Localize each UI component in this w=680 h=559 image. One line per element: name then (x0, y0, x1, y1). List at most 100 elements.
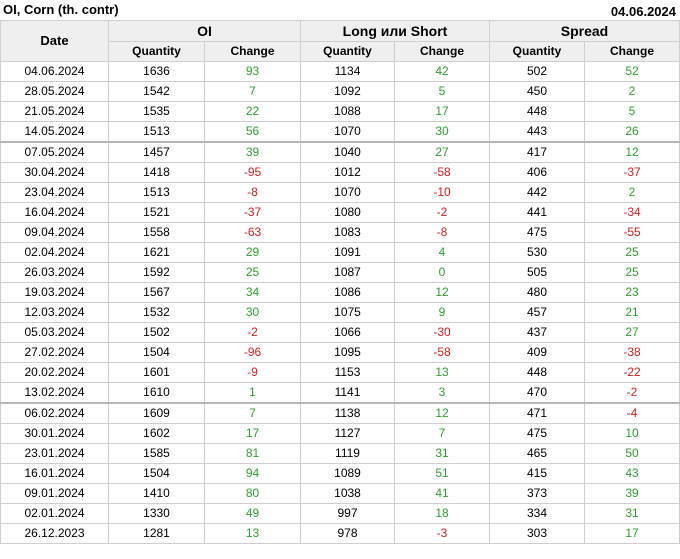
oi-change-cell: 7 (204, 402, 301, 424)
long-short-quantity-cell: 1012 (300, 162, 395, 183)
oi-change-cell: 30 (204, 302, 301, 323)
spread-change-cell: -37 (584, 162, 680, 183)
oi-quantity-cell: 1636 (108, 61, 205, 82)
oi-quantity-cell: 1513 (108, 182, 205, 203)
long-short-change-cell: -58 (394, 162, 490, 183)
oi-quantity-cell: 1535 (108, 101, 205, 122)
oi-quantity-cell: 1609 (108, 402, 205, 424)
spread-quantity-cell: 437 (489, 322, 585, 343)
spread-change-cell: 5 (584, 101, 680, 122)
spread-change-cell: 25 (584, 242, 680, 263)
long-short-quantity-cell: 1038 (300, 483, 395, 504)
oi-change-cell: 7 (204, 81, 301, 102)
spread-quantity-cell: 505 (489, 262, 585, 283)
long-short-quantity-cell: 1088 (300, 101, 395, 122)
date-cell: 27.02.2024 (0, 342, 109, 363)
oi-quantity-cell: 1558 (108, 222, 205, 243)
long-short-change-cell: 12 (394, 402, 490, 424)
spread-change-cell: -4 (584, 402, 680, 424)
spread-change-cell: -38 (584, 342, 680, 363)
spread-change-cell: -22 (584, 362, 680, 383)
spread-change-cell: 31 (584, 503, 680, 524)
long-short-change-cell: 17 (394, 101, 490, 122)
spread-quantity-cell: 457 (489, 302, 585, 323)
oi-change-cell: 25 (204, 262, 301, 283)
oi-change-cell: 1 (204, 382, 301, 404)
long-short-quantity-cell: 1119 (300, 443, 395, 464)
long-short-change-cell: 27 (394, 141, 490, 163)
long-short-quantity-cell: 1066 (300, 322, 395, 343)
table-row: 16.04.2024 1521 -37 1080 -2 441 -34 (0, 202, 680, 223)
long-short-quantity-cell: 1089 (300, 463, 395, 484)
long-short-change-header: Change (394, 41, 490, 62)
oi-change-cell: 81 (204, 443, 301, 464)
date-cell: 26.12.2023 (0, 523, 109, 544)
spread-change-cell: 12 (584, 141, 680, 163)
spread-change-cell: 17 (584, 523, 680, 544)
oi-quantity-cell: 1502 (108, 322, 205, 343)
spread-quantity-cell: 475 (489, 423, 585, 444)
date-cell: 23.01.2024 (0, 443, 109, 464)
table-row: 27.02.2024 1504 -96 1095 -58 409 -38 (0, 342, 680, 363)
oi-change-cell: 22 (204, 101, 301, 122)
spread-quantity-cell: 303 (489, 523, 585, 544)
table-row: 16.01.2024 1504 94 1089 51 415 43 (0, 463, 680, 484)
long-short-quantity-cell: 978 (300, 523, 395, 544)
spread-change-cell: 50 (584, 443, 680, 464)
date-column-header: Date (0, 20, 109, 62)
long-short-quantity-cell: 1127 (300, 423, 395, 444)
long-short-quantity-cell: 1075 (300, 302, 395, 323)
spread-change-cell: -34 (584, 202, 680, 223)
spread-quantity-cell: 448 (489, 362, 585, 383)
long-short-quantity-cell: 1086 (300, 282, 395, 303)
spread-change-cell: 52 (584, 61, 680, 82)
table-row: 09.04.2024 1558 -63 1083 -8 475 -55 (0, 222, 680, 243)
oi-quantity-cell: 1330 (108, 503, 205, 524)
oi-quantity-cell: 1542 (108, 81, 205, 102)
date-cell: 30.01.2024 (0, 423, 109, 444)
long-short-quantity-header: Quantity (300, 41, 395, 62)
date-cell: 30.04.2024 (0, 162, 109, 183)
long-short-quantity-cell: 1092 (300, 81, 395, 102)
table-row: 13.02.2024 1610 1 1141 3 470 -2 (0, 382, 680, 404)
date-cell: 26.03.2024 (0, 262, 109, 283)
table-row: 30.04.2024 1418 -95 1012 -58 406 -37 (0, 162, 680, 183)
date-cell: 13.02.2024 (0, 382, 109, 404)
oi-table: Date OI Long или Short Spread Quantity C… (0, 20, 680, 544)
long-short-change-cell: 42 (394, 61, 490, 82)
long-short-quantity-cell: 1138 (300, 402, 395, 424)
table-row: 05.03.2024 1502 -2 1066 -30 437 27 (0, 322, 680, 343)
spread-change-cell: -2 (584, 382, 680, 404)
oi-quantity-header: Quantity (108, 41, 205, 62)
spread-quantity-header: Quantity (489, 41, 585, 62)
oi-quantity-cell: 1418 (108, 162, 205, 183)
oi-change-header: Change (204, 41, 301, 62)
table-row: 30.01.2024 1602 17 1127 7 475 10 (0, 423, 680, 444)
spread-quantity-cell: 502 (489, 61, 585, 82)
spread-change-cell: 26 (584, 121, 680, 143)
oi-quantity-cell: 1410 (108, 483, 205, 504)
table-row: 09.01.2024 1410 80 1038 41 373 39 (0, 483, 680, 504)
date-cell: 20.02.2024 (0, 362, 109, 383)
spread-change-cell: 27 (584, 322, 680, 343)
long-short-quantity-cell: 1134 (300, 61, 395, 82)
spread-change-cell: 39 (584, 483, 680, 504)
long-short-change-cell: 12 (394, 282, 490, 303)
table-row: 06.02.2024 1609 7 1138 12 471 -4 (0, 402, 680, 424)
spread-quantity-cell: 406 (489, 162, 585, 183)
spread-quantity-cell: 442 (489, 182, 585, 203)
spread-quantity-cell: 465 (489, 443, 585, 464)
oi-change-cell: 17 (204, 423, 301, 444)
long-short-quantity-cell: 1083 (300, 222, 395, 243)
oi-quantity-cell: 1621 (108, 242, 205, 263)
oi-quantity-cell: 1585 (108, 443, 205, 464)
spread-change-cell: 2 (584, 81, 680, 102)
spread-quantity-cell: 480 (489, 282, 585, 303)
spread-change-cell: 2 (584, 182, 680, 203)
long-short-change-cell: 18 (394, 503, 490, 524)
date-cell: 14.05.2024 (0, 121, 109, 143)
oi-change-cell: -2 (204, 322, 301, 343)
oi-change-cell: 49 (204, 503, 301, 524)
long-short-change-cell: 30 (394, 121, 490, 143)
oi-change-cell: -9 (204, 362, 301, 383)
